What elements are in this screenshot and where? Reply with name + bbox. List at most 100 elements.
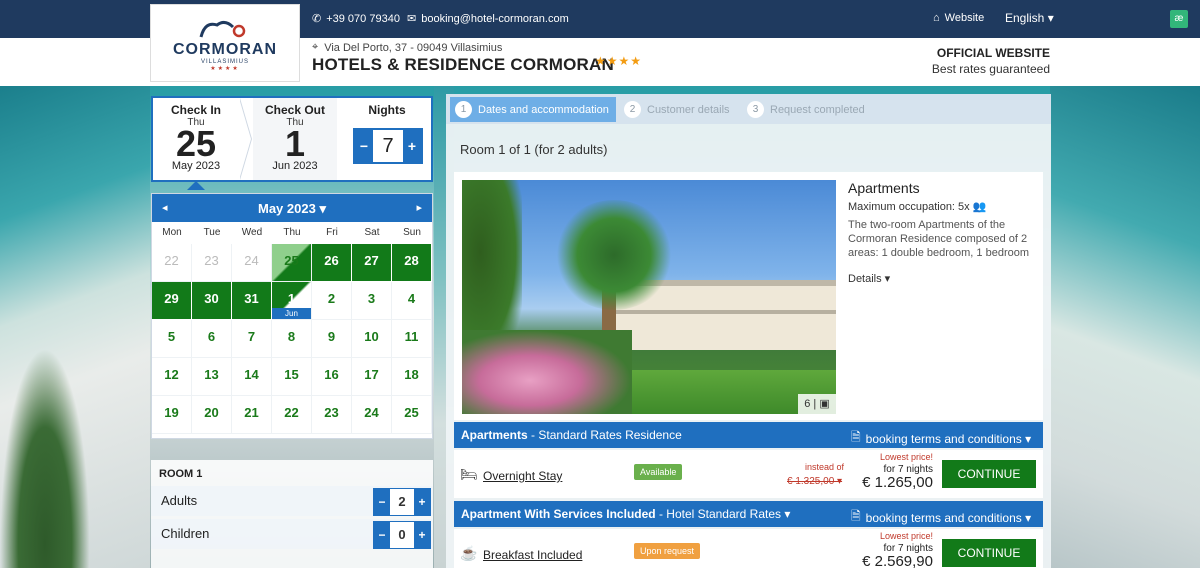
calendar-day[interactable]: 12	[152, 358, 192, 396]
language-selector[interactable]: English ▾	[1005, 11, 1054, 25]
calendar-grid: 22 23 24 25 26 27 28 29 30 31 1 Jun 2 3 4 5 6 7 8 9 10 11 12 13…	[152, 244, 432, 434]
lowest-price-label: Lowest price!	[879, 531, 933, 541]
calendar-day-number: 7	[247, 329, 256, 344]
continue-button[interactable]: CONTINUE	[942, 539, 1036, 567]
calendar-day[interactable]: 31	[232, 282, 272, 320]
calendar-day[interactable]: 2	[312, 282, 352, 320]
checkout-box[interactable]: Check Out Thu 1 Jun 2023	[253, 98, 337, 180]
hotel-logo[interactable]: CORMORAN VILLASIMIUS ★★★★	[150, 4, 300, 82]
calendar-day-number: 24	[364, 405, 379, 420]
adults-decrease-button[interactable]: −	[374, 489, 390, 515]
phone-link[interactable]: ✆ +39 070 79340	[312, 12, 400, 26]
children-value[interactable]: 0	[390, 522, 414, 548]
date-summary: Check In Thu 25 May 2023 Check Out Thu 1…	[151, 96, 433, 182]
calendar-day[interactable]: 23	[312, 396, 352, 434]
calendar-day[interactable]: 26	[312, 244, 352, 282]
photo-palm-leaves	[554, 200, 674, 310]
calendar-day[interactable]: 15	[272, 358, 312, 396]
calendar-day-number: 25	[284, 253, 299, 268]
calendar-day[interactable]: 28	[392, 244, 432, 282]
weekday-label: Fri	[326, 227, 338, 238]
calendar-day[interactable]: 6	[192, 320, 232, 358]
nights-decrease-button[interactable]: −	[355, 130, 373, 162]
adults-value[interactable]: 2	[390, 489, 414, 515]
calendar-day[interactable]: 3	[352, 282, 392, 320]
calendar-day[interactable]: 4	[392, 282, 432, 320]
adults-label: Adults	[161, 493, 198, 508]
calendar-day[interactable]: 24	[352, 396, 392, 434]
official-website-subtitle: Best rates guaranteed	[931, 62, 1050, 76]
email-link[interactable]: ✉ booking@hotel-cormoran.com	[407, 12, 569, 26]
website-link[interactable]: ⌂ Website	[933, 12, 984, 24]
max-occupancy: Maximum occupation: 5x 👥	[848, 200, 1034, 213]
room-photo[interactable]: 6 | ▣	[462, 180, 836, 414]
calendar-day[interactable]: 17	[352, 358, 392, 396]
weekday-label: Wed	[241, 227, 263, 238]
logo-stars: ★★★★	[210, 66, 240, 72]
children-increase-button[interactable]: +	[414, 522, 430, 548]
calendar-day[interactable]: 14	[232, 358, 272, 396]
calendar-day[interactable]: 10	[352, 320, 392, 358]
booking-terms-link[interactable]: 🗎 booking terms and conditions ▾	[851, 428, 1031, 449]
calendar-day[interactable]: 25	[272, 244, 312, 282]
calendar-day[interactable]: 29	[152, 282, 192, 320]
booking-terms-link[interactable]: 🗎 booking terms and conditions ▾	[851, 507, 1031, 528]
ae-badge-icon[interactable]: æ	[1170, 10, 1188, 28]
room-info: Apartments Maximum occupation: 5x 👥 The …	[848, 180, 1034, 285]
details-toggle[interactable]: Details ▾	[848, 272, 1034, 285]
checkin-box[interactable]: Check In Thu 25 May 2023	[153, 98, 239, 180]
next-month-icon[interactable]: ▸	[416, 201, 422, 214]
nights-increase-button[interactable]: +	[403, 130, 421, 162]
step-number: 2	[624, 101, 641, 118]
website-label: Website	[944, 12, 985, 24]
calendar-day[interactable]: 30	[192, 282, 232, 320]
calendar-day[interactable]: 19	[152, 396, 192, 434]
calendar-day-number: 4	[407, 291, 416, 306]
rate-name-link[interactable]: Breakfast Included	[483, 548, 582, 562]
rate-row: 🛏 Overnight Stay Available instead of € …	[454, 450, 1043, 498]
logo-name: CORMORAN	[173, 41, 277, 58]
children-decrease-button[interactable]: −	[374, 522, 390, 548]
step-number: 3	[747, 101, 764, 118]
photo-count-badge[interactable]: 6 | ▣	[798, 394, 836, 414]
calendar-day[interactable]: 13	[192, 358, 232, 396]
calendar-day[interactable]: 18	[392, 358, 432, 396]
weekday-label: Sat	[364, 227, 380, 238]
calendar-day[interactable]: 21	[232, 396, 272, 434]
photo-building-balcony	[612, 310, 836, 314]
calendar-day: 23	[192, 244, 232, 282]
calendar-day[interactable]: 5	[152, 320, 192, 358]
calendar-day[interactable]: 7	[232, 320, 272, 358]
official-website-box: OFFICIAL WEBSITE Best rates guaranteed	[932, 46, 1050, 76]
envelope-icon: ✉	[407, 13, 417, 25]
calendar-day[interactable]: 11	[392, 320, 432, 358]
calendar-day-number: 29	[164, 291, 179, 306]
address: ⌖ Via Del Porto, 37 - 09049 Villasimius	[312, 41, 502, 54]
calendar-day-number: 24	[244, 253, 259, 268]
calendar-day[interactable]: 8	[272, 320, 312, 358]
calendar-day-number: 16	[324, 367, 339, 382]
adults-increase-button[interactable]: +	[414, 489, 430, 515]
calendar-day[interactable]: 1 Jun	[272, 282, 312, 320]
calendar-day[interactable]: 25	[392, 396, 432, 434]
calendar-day[interactable]: 16	[312, 358, 352, 396]
checkout-day: 1	[284, 123, 306, 164]
calendar-day[interactable]: 27	[352, 244, 392, 282]
calendar-day[interactable]: 20	[192, 396, 232, 434]
month-selector[interactable]: May 2023 ▾	[152, 201, 432, 217]
official-website-title: OFFICIAL WEBSITE	[936, 46, 1050, 60]
month-label: May 2023	[258, 201, 316, 216]
rate-name-link[interactable]: Overnight Stay	[483, 469, 562, 483]
calendar-day[interactable]: 22	[272, 396, 312, 434]
calendar-day-number: 1	[287, 291, 296, 306]
calendar-day-number: 5	[167, 329, 176, 344]
calendar-day-number: 30	[204, 291, 219, 306]
rate-title[interactable]: Apartment With Services Included - Hotel…	[461, 507, 790, 521]
nights-value[interactable]: 7	[373, 130, 403, 162]
old-price[interactable]: € 1.325,00 ▾	[787, 476, 842, 487]
continue-button[interactable]: CONTINUE	[942, 460, 1036, 488]
calendar-day-number: 21	[244, 405, 259, 420]
calendar-day-number: 31	[244, 291, 259, 306]
calendar-day[interactable]: 9	[312, 320, 352, 358]
calendar-day-number: 2	[327, 291, 336, 306]
